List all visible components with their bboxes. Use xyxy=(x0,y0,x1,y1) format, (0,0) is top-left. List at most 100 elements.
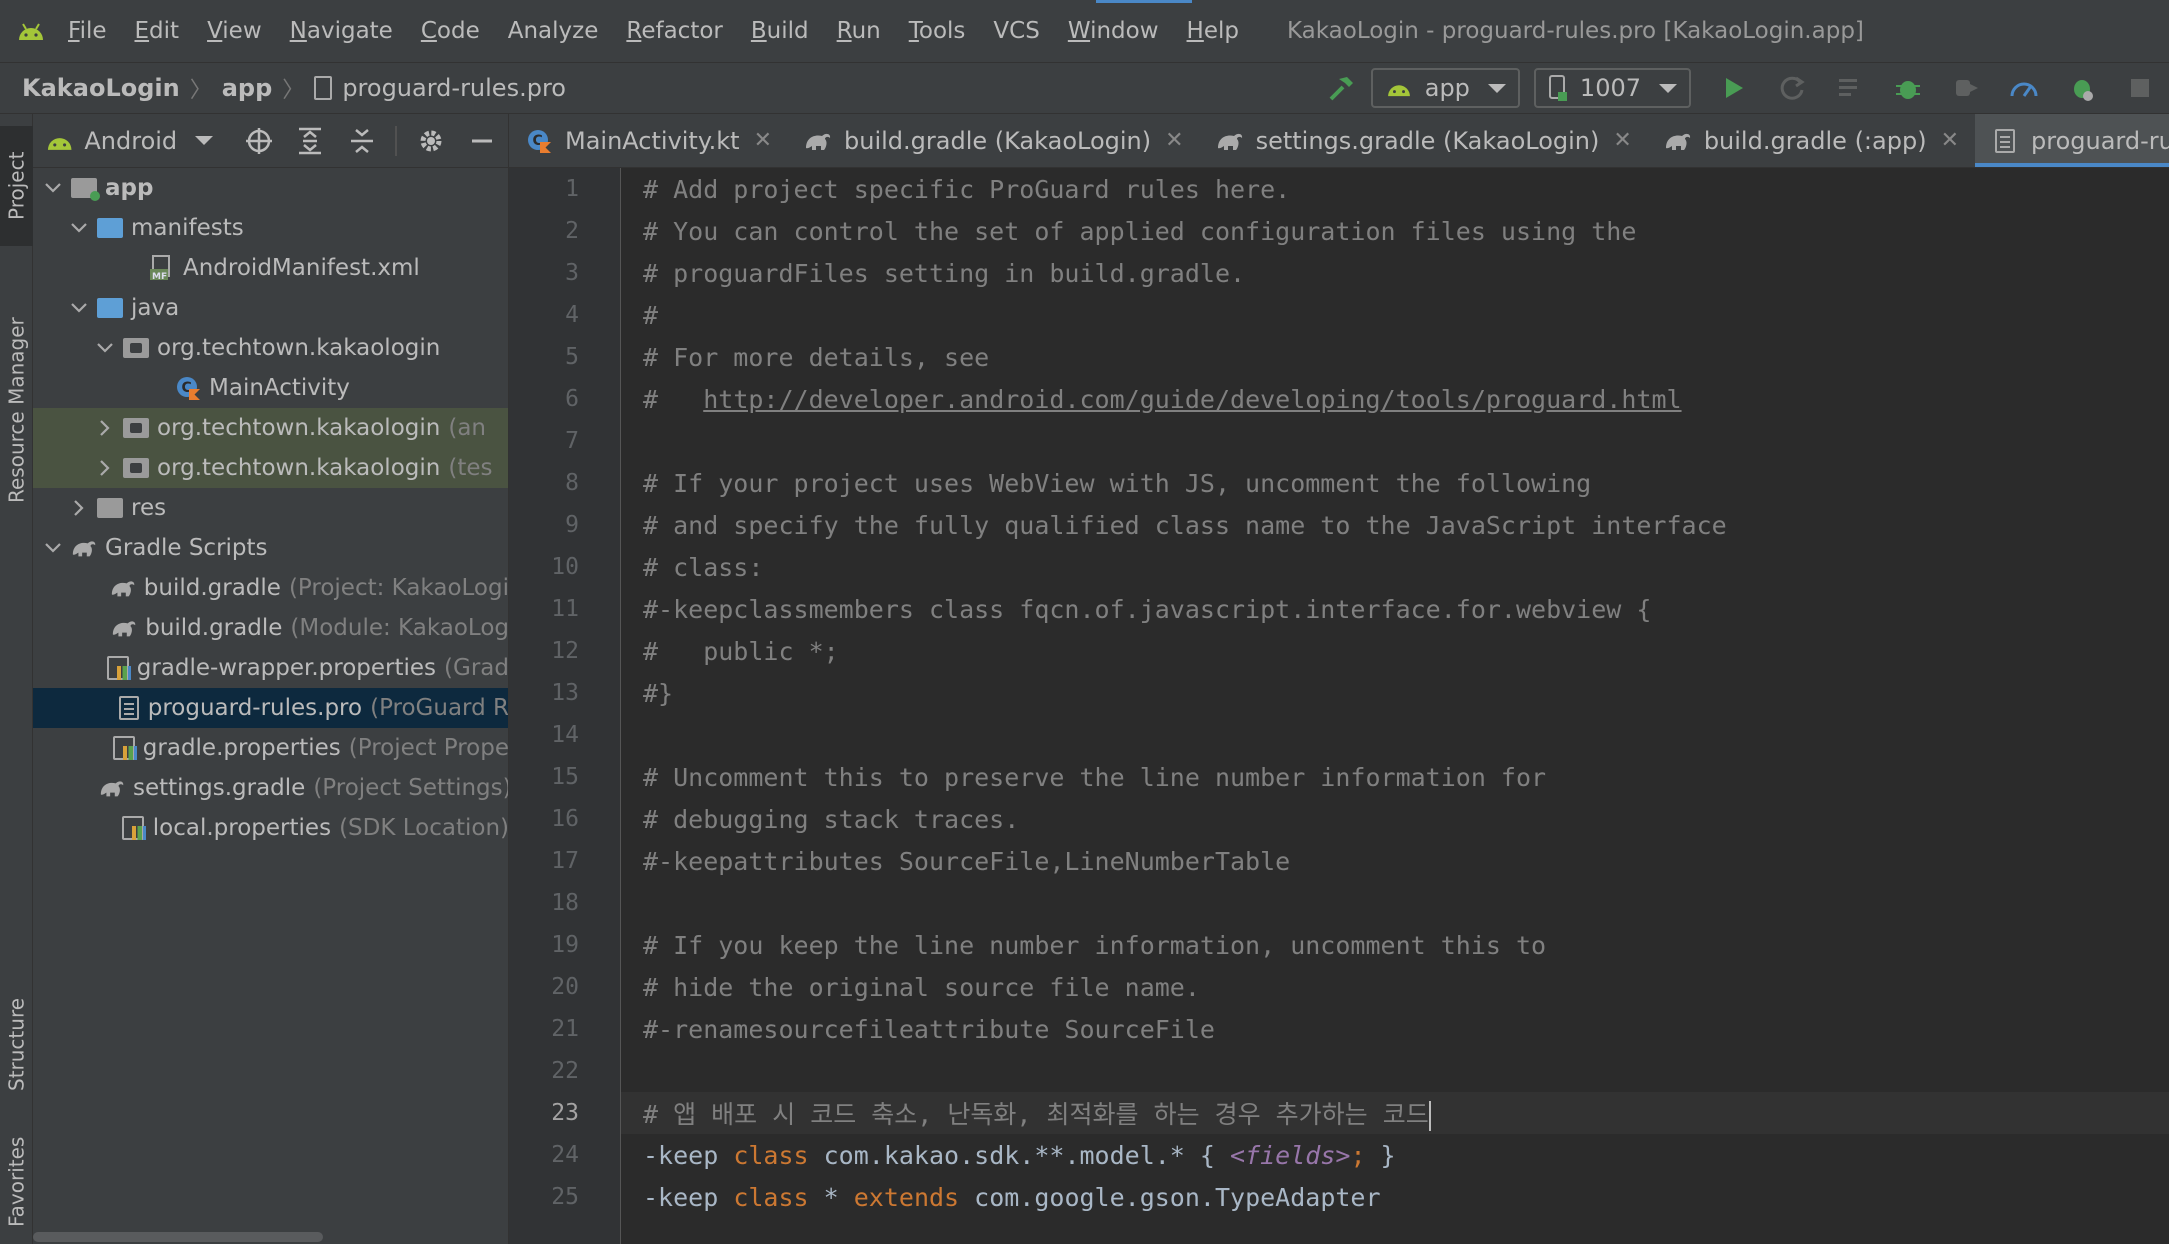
profiler-icon[interactable] xyxy=(2008,72,2040,104)
tree-item[interactable]: manifests xyxy=(33,208,508,248)
code-line[interactable]: 7 xyxy=(565,420,2169,462)
menu-item[interactable]: Code xyxy=(421,18,480,44)
editor-tab[interactable]: settings.gradle (KakaoLogin) ✕ xyxy=(1200,114,1648,167)
attach-debugger-icon[interactable] xyxy=(1950,72,1982,104)
apply-code-changes-icon[interactable] xyxy=(1834,72,1866,104)
code-line[interactable]: 19 # If you keep the line number informat… xyxy=(551,924,2169,966)
tree-item[interactable]: C MainActivity xyxy=(33,368,508,408)
menu-item[interactable]: Analyze xyxy=(508,18,599,44)
breadcrumb-file[interactable]: proguard-rules.pro xyxy=(342,74,566,102)
close-icon[interactable]: ✕ xyxy=(1941,128,1959,153)
tree-item[interactable]: java xyxy=(33,288,508,328)
run-icon[interactable] xyxy=(1718,72,1750,104)
close-icon[interactable]: ✕ xyxy=(1613,128,1631,153)
debug-attach-icon[interactable] xyxy=(2066,72,2098,104)
tree-item[interactable]: res xyxy=(33,488,508,528)
menu-item[interactable]: Run xyxy=(837,18,881,44)
code-line[interactable]: 10 # class: xyxy=(551,546,2169,588)
code-line[interactable]: 14 xyxy=(551,714,2169,756)
code-line[interactable]: 6 # http://developer.android.com/guide/de… xyxy=(565,378,2169,420)
code-editor[interactable]: 1 # Add project specific ProGuard rules h… xyxy=(509,168,2169,1244)
scrollbar-thumb[interactable] xyxy=(33,1232,323,1242)
menu-item[interactable]: Refactor xyxy=(626,18,723,44)
tree-item[interactable]: settings.gradle (Project Settings) xyxy=(33,768,508,808)
editor-tab[interactable]: build.gradle (:app) ✕ xyxy=(1648,114,1975,167)
horizontal-scrollbar[interactable] xyxy=(33,1230,508,1244)
tree-item[interactable]: gradle-wrapper.properties (Grad xyxy=(33,648,508,688)
code-line[interactable]: 2 # You can control the set of applied co… xyxy=(565,210,2169,252)
menu-item[interactable]: Help xyxy=(1187,18,1239,44)
code-line[interactable]: 13 #} xyxy=(551,672,2169,714)
close-icon[interactable]: ✕ xyxy=(754,128,772,153)
stop-icon[interactable] xyxy=(2124,72,2156,104)
tree-item[interactable]: Gradle Scripts xyxy=(33,528,508,568)
code-line[interactable]: 16 # debugging stack traces. xyxy=(551,798,2169,840)
debug-icon[interactable] xyxy=(1892,72,1924,104)
code-line[interactable]: 8 # If your project uses WebView with JS,… xyxy=(565,462,2169,504)
menu-item[interactable]: View xyxy=(207,18,262,44)
hide-panel-icon[interactable] xyxy=(468,126,497,156)
chevron-down-icon[interactable] xyxy=(195,136,214,145)
code-line[interactable]: 20 # hide the original source file name. xyxy=(551,966,2169,1008)
chevron-right-icon[interactable] xyxy=(93,456,117,480)
code-line[interactable]: 4 # xyxy=(565,294,2169,336)
code-line[interactable]: 15 # Uncomment this to preserve the line … xyxy=(551,756,2169,798)
tool-tab-structure[interactable]: Structure xyxy=(0,974,33,1114)
tree-item[interactable]: org.techtown.kakaologin (tes xyxy=(33,448,508,488)
tree-item[interactable]: build.gradle (Module: KakaoLog xyxy=(33,608,508,648)
menu-item[interactable]: Navigate xyxy=(290,18,393,44)
tree-item[interactable]: gradle.properties (Project Prope xyxy=(33,728,508,768)
menu-item[interactable]: Edit xyxy=(135,18,180,44)
breadcrumb-module[interactable]: app xyxy=(222,74,273,102)
editor-tab[interactable]: build.gradle (KakaoLogin) ✕ xyxy=(788,114,1200,167)
tree-item[interactable]: org.techtown.kakaologin xyxy=(33,328,508,368)
menu-item[interactable]: Window xyxy=(1068,18,1159,44)
chevron-right-icon[interactable] xyxy=(93,416,117,440)
menu-item[interactable]: VCS xyxy=(993,18,1039,44)
tree-item[interactable]: app xyxy=(33,168,508,208)
code-line[interactable]: 3 # proguardFiles setting in build.gradle… xyxy=(565,252,2169,294)
chevron-down-icon[interactable] xyxy=(67,296,91,320)
expand-all-icon[interactable] xyxy=(296,126,325,156)
code-area[interactable]: 1 # Add project specific ProGuard rules h… xyxy=(551,168,2169,1218)
editor-tab[interactable]: proguard-rules.pro✕ xyxy=(1975,114,2169,167)
chevron-down-icon[interactable] xyxy=(67,216,91,240)
menu-item[interactable]: Build xyxy=(751,18,809,44)
tree-item[interactable]: local.properties (SDK Location) xyxy=(33,808,508,848)
code-line[interactable]: 11 #-keepclassmembers class fqcn.of.javas… xyxy=(551,588,2169,630)
code-line[interactable]: 12 # public *; xyxy=(551,630,2169,672)
code-line[interactable]: 24 -keep class com.kakao.sdk.**.model.* {… xyxy=(551,1134,2169,1176)
editor-tab[interactable]: C MainActivity.kt ✕ xyxy=(509,114,788,167)
chevron-right-icon[interactable] xyxy=(67,496,91,520)
hammer-icon[interactable] xyxy=(1326,72,1358,104)
tree-item[interactable]: org.techtown.kakaologin (an xyxy=(33,408,508,448)
code-line[interactable]: 9 # and specify the fully qualified class… xyxy=(565,504,2169,546)
tree-item[interactable]: proguard-rules.pro (ProGuard R xyxy=(33,688,508,728)
locate-icon[interactable] xyxy=(244,126,273,156)
tool-tab-favorites[interactable]: Favorites xyxy=(0,1122,33,1242)
breadcrumb-project[interactable]: KakaoLogin xyxy=(22,74,180,102)
tool-tab-resource-manager[interactable]: Resource Manager xyxy=(0,280,33,540)
tree-item[interactable]: MF AndroidManifest.xml xyxy=(33,248,508,288)
menu-item[interactable]: Tools xyxy=(909,18,966,44)
apply-changes-icon[interactable] xyxy=(1776,72,1808,104)
gear-icon[interactable] xyxy=(416,126,445,156)
tree-item[interactable]: build.gradle (Project: KakaoLogi xyxy=(33,568,508,608)
tool-tab-project[interactable]: Project xyxy=(0,126,33,246)
run-config-select[interactable]: app xyxy=(1370,68,1520,108)
code-line[interactable]: 1 # Add project specific ProGuard rules h… xyxy=(565,168,2169,210)
close-icon[interactable]: ✕ xyxy=(1165,128,1183,153)
collapse-all-icon[interactable] xyxy=(347,126,376,156)
code-line[interactable]: 5 # For more details, see xyxy=(565,336,2169,378)
code-line[interactable]: 25 -keep class * extends com.google.gson.… xyxy=(551,1176,2169,1218)
code-line[interactable]: 18 xyxy=(551,882,2169,924)
code-line[interactable]: 21 #-renamesourcefileattribute SourceFile xyxy=(551,1008,2169,1050)
device-select[interactable]: 1007 xyxy=(1533,68,1691,108)
code-line[interactable]: 17 #-keepattributes SourceFile,LineNumber… xyxy=(551,840,2169,882)
chevron-down-icon[interactable] xyxy=(41,176,65,200)
code-link[interactable]: http://developer.android.com/guide/devel… xyxy=(703,385,1681,414)
code-line[interactable]: 23 # 앱 배포 시 코드 축소, 난독화, 최적화를 하는 경우 추가하는 코… xyxy=(551,1092,2169,1134)
menu-item[interactable]: File xyxy=(68,18,107,44)
project-view-mode[interactable]: Android xyxy=(84,127,177,155)
chevron-down-icon[interactable] xyxy=(41,536,65,560)
